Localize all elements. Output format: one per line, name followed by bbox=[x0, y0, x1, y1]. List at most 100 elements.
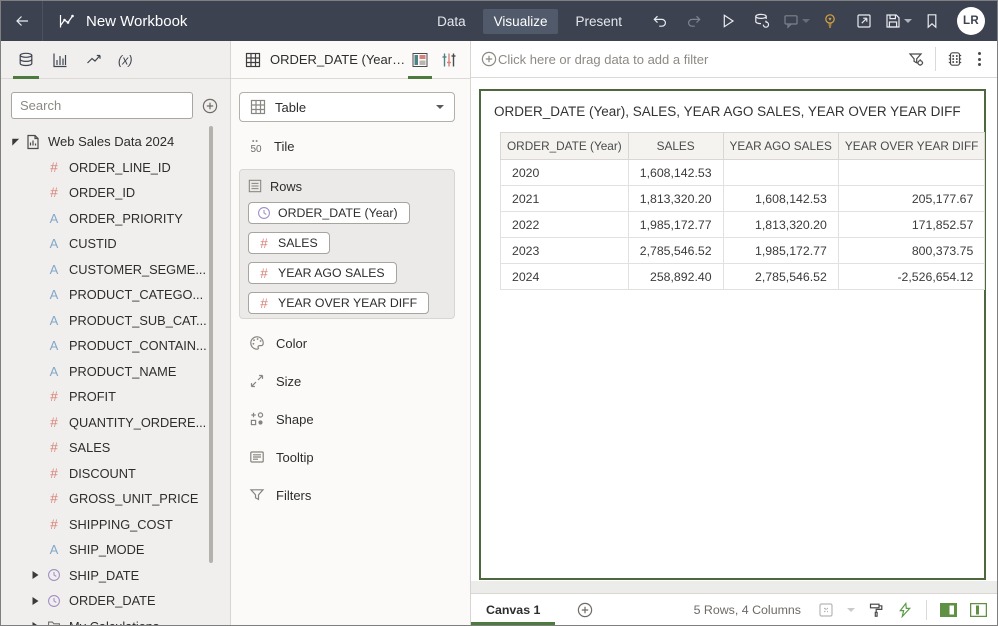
toggle-left-panel-icon[interactable] bbox=[940, 603, 957, 617]
add-canvas-button[interactable] bbox=[577, 602, 593, 618]
grammar-section-tooltip[interactable]: Tooltip bbox=[249, 445, 314, 469]
workbook-icon bbox=[59, 13, 75, 29]
table-cell[interactable]: 171,852.57 bbox=[838, 212, 985, 238]
collapsed-caret-icon[interactable] bbox=[31, 570, 45, 580]
tree-field[interactable]: SHIP_DATE bbox=[1, 563, 230, 589]
visualizations-tab-icon[interactable] bbox=[43, 41, 77, 79]
table-cell[interactable] bbox=[723, 160, 838, 186]
tree-field[interactable]: AORDER_PRIORITY bbox=[1, 206, 230, 232]
table-cell[interactable]: -2,526,654.12 bbox=[838, 264, 985, 290]
tree-field[interactable]: #SHIPPING_COST bbox=[1, 512, 230, 538]
expanded-caret-icon[interactable] bbox=[10, 136, 24, 147]
tree-field[interactable]: #PROFIT bbox=[1, 384, 230, 410]
tree-field[interactable]: ACUSTID bbox=[1, 231, 230, 257]
save-icon[interactable] bbox=[881, 1, 915, 41]
filter-bar-placeholder[interactable]: Click here or drag data to add a filter bbox=[498, 52, 708, 67]
table-cell[interactable]: 258,892.40 bbox=[628, 264, 723, 290]
grammar-section-filters[interactable]: Filters bbox=[249, 483, 314, 507]
layout-chevron-icon[interactable] bbox=[847, 608, 855, 612]
table-cell[interactable]: 1,985,172.77 bbox=[723, 238, 838, 264]
tree-field[interactable]: ACUSTOMER_SEGME... bbox=[1, 257, 230, 283]
grammar-section-color[interactable]: Color bbox=[249, 331, 314, 355]
undo-icon[interactable] bbox=[643, 1, 677, 41]
sidebar-scrollbar[interactable] bbox=[209, 126, 213, 563]
dataset-node[interactable]: Web Sales Data 2024 bbox=[1, 129, 230, 155]
add-data-button[interactable] bbox=[202, 98, 218, 114]
grammar-tab[interactable] bbox=[405, 41, 434, 79]
settings-tab[interactable] bbox=[435, 41, 464, 79]
tree-field[interactable]: APRODUCT_SUB_CAT... bbox=[1, 308, 230, 334]
tree-field[interactable]: #SALES bbox=[1, 435, 230, 461]
tree-field[interactable]: #ORDER_LINE_ID bbox=[1, 155, 230, 181]
rows-pill[interactable]: #SALES bbox=[248, 232, 330, 254]
table-cell[interactable]: 205,177.67 bbox=[838, 186, 985, 212]
open-in-new-icon[interactable] bbox=[847, 1, 881, 41]
table-cell[interactable]: 1,813,320.20 bbox=[723, 212, 838, 238]
canvas-scroll-track[interactable] bbox=[471, 581, 997, 593]
grammar-section-size[interactable]: Size bbox=[249, 369, 314, 393]
more-options-menu-icon[interactable] bbox=[974, 50, 985, 68]
table-cell[interactable]: 2,785,546.52 bbox=[628, 238, 723, 264]
table-visualization[interactable]: ORDER_DATE (Year), SALES, YEAR AGO SALES… bbox=[479, 89, 986, 580]
tree-field[interactable]: #QUANTITY_ORDERE... bbox=[1, 410, 230, 436]
bookmark-icon[interactable] bbox=[915, 1, 949, 41]
comment-icon[interactable] bbox=[779, 1, 813, 41]
nav-present[interactable]: Present bbox=[564, 9, 633, 34]
table-cell[interactable]: 1,608,142.53 bbox=[723, 186, 838, 212]
rows-pill[interactable]: #YEAR AGO SALES bbox=[248, 262, 397, 284]
column-header[interactable]: YEAR AGO SALES bbox=[723, 133, 838, 160]
lightbulb-icon[interactable] bbox=[813, 1, 847, 41]
tree-field[interactable]: APRODUCT_CONTAIN... bbox=[1, 333, 230, 359]
tree-field[interactable]: #GROSS_UNIT_PRICE bbox=[1, 486, 230, 512]
analytics-tab-icon[interactable] bbox=[77, 41, 111, 79]
text-icon: A bbox=[45, 542, 63, 557]
parameters-tab-icon[interactable]: (x) bbox=[111, 41, 145, 79]
grammar-section-shape[interactable]: Shape bbox=[249, 407, 314, 431]
auto-insights-icon[interactable] bbox=[897, 602, 913, 618]
canvas-properties-icon[interactable] bbox=[947, 51, 963, 67]
table-cell[interactable]: 1,608,142.53 bbox=[628, 160, 723, 186]
canvas-tab[interactable]: Canvas 1 bbox=[471, 594, 555, 625]
data-tab-icon[interactable] bbox=[9, 41, 43, 79]
table-cell[interactable]: 2020 bbox=[501, 160, 629, 186]
table-cell[interactable]: 2,785,546.52 bbox=[723, 264, 838, 290]
table-cell[interactable]: 2024 bbox=[501, 264, 629, 290]
table-cell[interactable]: 800,373.75 bbox=[838, 238, 985, 264]
paint-roller-icon[interactable] bbox=[868, 602, 884, 618]
back-button[interactable] bbox=[1, 1, 43, 41]
collapsed-caret-icon[interactable] bbox=[31, 596, 45, 606]
tree-field[interactable]: APRODUCT_NAME bbox=[1, 359, 230, 385]
table-cell[interactable] bbox=[838, 160, 985, 186]
nav-visualize[interactable]: Visualize bbox=[483, 9, 559, 34]
search-input[interactable] bbox=[11, 92, 193, 119]
viz-type-dropdown[interactable]: Table bbox=[239, 92, 455, 122]
field-label: My Calculations bbox=[69, 619, 159, 625]
add-filter-icon[interactable] bbox=[481, 51, 497, 67]
table-cell[interactable]: 2023 bbox=[501, 238, 629, 264]
user-avatar[interactable]: LR bbox=[957, 7, 985, 35]
table-cell[interactable]: 2021 bbox=[501, 186, 629, 212]
column-header[interactable]: ORDER_DATE (Year) bbox=[501, 133, 629, 160]
tree-field[interactable]: ASHIP_MODE bbox=[1, 537, 230, 563]
tree-field[interactable]: APRODUCT_CATEGO... bbox=[1, 282, 230, 308]
table-cell[interactable]: 1,813,320.20 bbox=[628, 186, 723, 212]
play-icon[interactable] bbox=[711, 1, 745, 41]
rows-drop-zone[interactable]: Rows ORDER_DATE (Year)#SALES#YEAR AGO SA… bbox=[239, 169, 455, 319]
filter-settings-icon[interactable] bbox=[908, 51, 924, 67]
column-header[interactable]: YEAR OVER YEAR DIFF bbox=[838, 133, 985, 160]
redo-icon[interactable] bbox=[677, 1, 711, 41]
tree-field[interactable]: My Calculations bbox=[1, 614, 230, 626]
toggle-right-panel-icon[interactable] bbox=[970, 603, 987, 617]
column-header[interactable]: SALES bbox=[628, 133, 723, 160]
tree-field[interactable]: #DISCOUNT bbox=[1, 461, 230, 487]
tree-field[interactable]: ORDER_DATE bbox=[1, 588, 230, 614]
rows-pill[interactable]: ORDER_DATE (Year) bbox=[248, 202, 410, 224]
nav-data[interactable]: Data bbox=[426, 9, 477, 34]
tile-drop-target[interactable]: 50 Tile bbox=[249, 135, 294, 157]
table-cell[interactable]: 2022 bbox=[501, 212, 629, 238]
data-refresh-icon[interactable] bbox=[745, 1, 779, 41]
table-cell[interactable]: 1,985,172.77 bbox=[628, 212, 723, 238]
tree-field[interactable]: #ORDER_ID bbox=[1, 180, 230, 206]
rows-pill[interactable]: #YEAR OVER YEAR DIFF bbox=[248, 292, 429, 314]
collapsed-caret-icon[interactable] bbox=[31, 621, 45, 625]
